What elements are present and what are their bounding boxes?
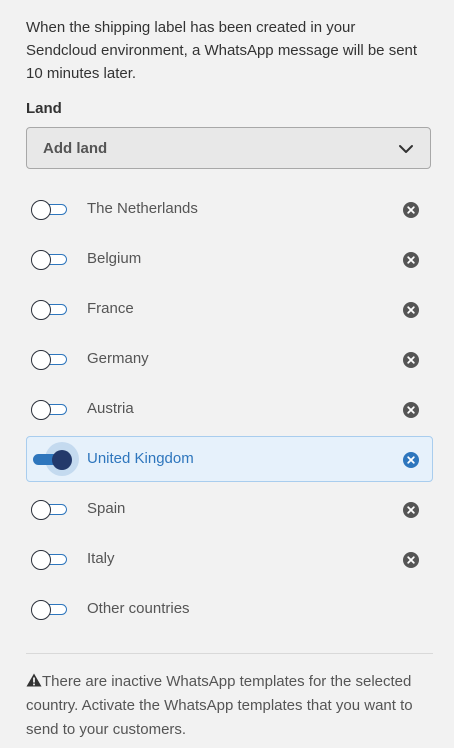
country-row: Italy: [26, 536, 433, 582]
warning-message: There are inactive WhatsApp templates fo…: [26, 670, 426, 742]
country-row: Spain: [26, 486, 433, 532]
country-row-selected: United Kingdom: [26, 436, 433, 482]
description-text: When the shipping label has been created…: [26, 19, 418, 82]
remove-icon[interactable]: [403, 502, 419, 518]
add-land-select[interactable]: Add land: [26, 127, 431, 169]
country-row: Austria: [26, 386, 433, 432]
remove-icon[interactable]: [403, 202, 419, 218]
country-toggle[interactable]: [31, 350, 69, 370]
remove-icon[interactable]: [403, 402, 419, 418]
country-name: Spain: [87, 500, 126, 517]
country-name: Belgium: [87, 250, 142, 267]
country-list: The Netherlands Belgium France Germany A…: [26, 186, 433, 636]
country-name: Italy: [87, 550, 115, 567]
add-land-placeholder: Add land: [43, 140, 108, 157]
country-row: France: [26, 286, 433, 332]
warning-text: There are inactive WhatsApp templates fo…: [26, 673, 413, 738]
country-name: Austria: [87, 400, 134, 417]
warning-icon: [26, 673, 42, 687]
country-toggle[interactable]: [31, 500, 69, 520]
country-row: Belgium: [26, 236, 433, 282]
remove-icon[interactable]: [403, 302, 419, 318]
chevron-down-icon: [399, 145, 413, 153]
land-label: Land: [26, 100, 62, 117]
divider: [26, 653, 433, 654]
country-name: Other countries: [87, 600, 190, 617]
country-name: The Netherlands: [87, 200, 198, 217]
country-row: Other countries: [26, 586, 433, 632]
country-toggle[interactable]: [31, 300, 69, 320]
country-row: Germany: [26, 336, 433, 382]
country-toggle-on[interactable]: [31, 442, 79, 476]
remove-icon[interactable]: [403, 252, 419, 268]
remove-icon[interactable]: [403, 452, 419, 468]
remove-icon[interactable]: [403, 552, 419, 568]
country-row: The Netherlands: [26, 186, 433, 232]
country-toggle[interactable]: [31, 200, 69, 220]
country-toggle[interactable]: [31, 250, 69, 270]
country-toggle[interactable]: [31, 550, 69, 570]
country-name: Germany: [87, 350, 149, 367]
country-name: France: [87, 300, 134, 317]
country-toggle[interactable]: [31, 600, 69, 620]
country-toggle[interactable]: [31, 400, 69, 420]
remove-icon[interactable]: [403, 352, 419, 368]
country-name: United Kingdom: [87, 450, 194, 467]
